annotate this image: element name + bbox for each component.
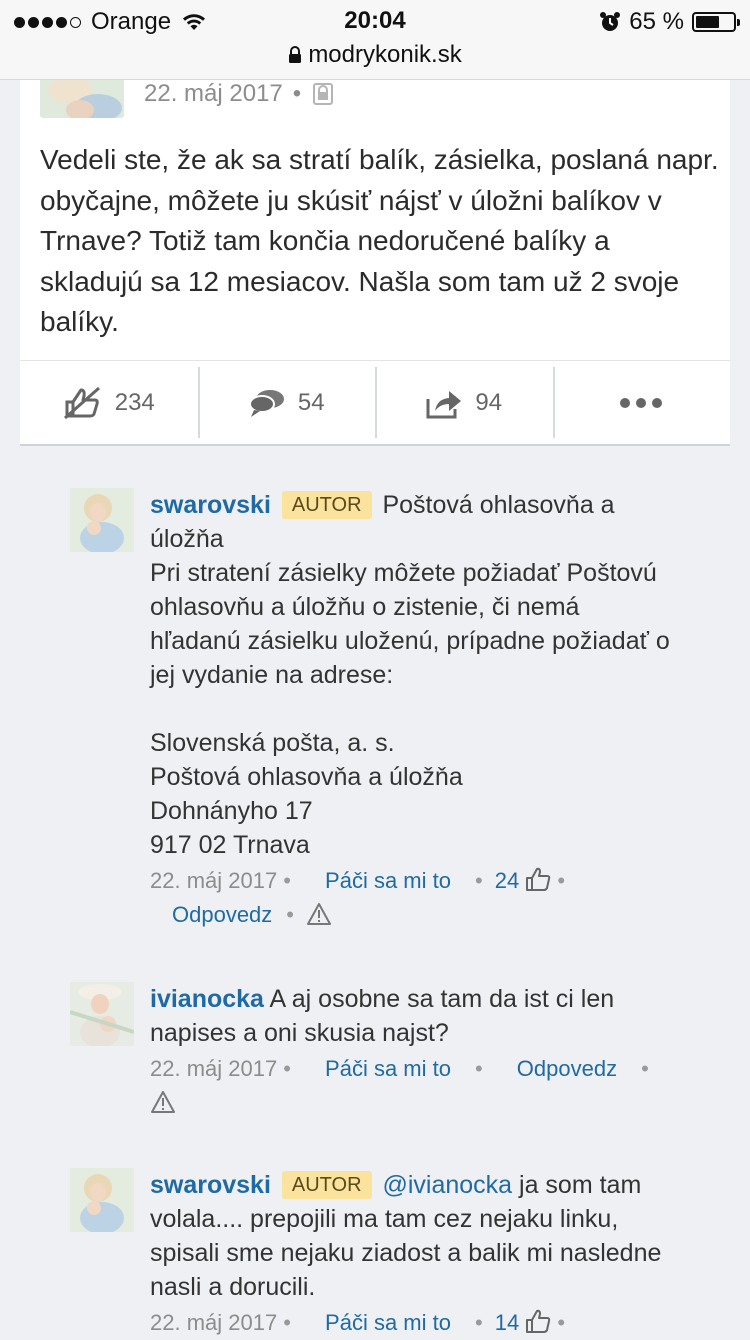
- report-warning-icon[interactable]: [150, 1090, 176, 1114]
- comment-text: Poštová ohlasovňa a úložňa Pri stratení …: [150, 491, 670, 859]
- alarm-icon: [600, 12, 621, 31]
- comment-body: swarovski AUTOR Poštová ohlasovňa a úlož…: [150, 488, 670, 932]
- comment-date: 22. máj 2017: [150, 1310, 278, 1335]
- comment-date: 22. máj 2017: [150, 1056, 278, 1081]
- like-link[interactable]: Páči sa mi to: [325, 1056, 451, 1081]
- reply-link[interactable]: Odpovedz: [172, 902, 272, 927]
- comment-content: swarovski AUTOR Poštová ohlasovňa a úlož…: [150, 488, 670, 862]
- lock-icon: [313, 83, 334, 105]
- like-link[interactable]: Páči sa mi to: [325, 1310, 451, 1335]
- url-text: modrykonik.sk: [308, 41, 462, 68]
- status-bar: Orange 20:04 65 % modrykonik.sk: [0, 0, 750, 80]
- author-name[interactable]: swarovski: [150, 1171, 271, 1199]
- share-count: 94: [475, 388, 503, 416]
- thumbs-up-icon[interactable]: [525, 1308, 551, 1334]
- avatar[interactable]: [70, 1168, 134, 1232]
- post-actions: 234 54 94: [20, 360, 730, 446]
- comment-meta: 22. máj 2017 • Páči sa mi to • 14 •: [150, 1308, 566, 1335]
- address-bar[interactable]: modrykonik.sk: [0, 41, 750, 69]
- mention-link[interactable]: @ivianocka: [382, 1171, 512, 1199]
- like-count: 24: [494, 868, 520, 893]
- battery-icon: [692, 12, 740, 32]
- comment-body: swarovski AUTOR @ivianocka ja som tam vo…: [150, 1168, 670, 1340]
- post-date: 22. máj 2017: [144, 80, 283, 107]
- author-name[interactable]: ivianocka: [150, 985, 264, 1013]
- like-icon: [63, 386, 100, 419]
- comment-count: 54: [297, 388, 325, 416]
- author-badge: AUTOR: [281, 491, 372, 519]
- like-count: 14: [494, 1310, 520, 1335]
- thumbs-up-icon[interactable]: [525, 866, 551, 892]
- like-link[interactable]: Páči sa mi to: [325, 868, 451, 893]
- battery-percent: 65 %: [629, 8, 684, 35]
- post-text: Vedeli ste, že ak sa stratí balík, zásie…: [40, 144, 719, 337]
- lock-icon: [289, 46, 302, 63]
- comment-body: ivianocka A aj osobne sa tam da ist ci l…: [150, 982, 670, 1120]
- share-icon: [426, 390, 462, 418]
- share-action[interactable]: 94: [375, 361, 553, 444]
- system-status: 65 %: [599, 8, 740, 36]
- avatar[interactable]: [70, 488, 134, 552]
- comment-meta: 22. máj 2017 • Páči sa mi to • 24 • Odpove…: [150, 866, 566, 927]
- avatar[interactable]: [70, 982, 134, 1046]
- like-count: 234: [114, 388, 155, 416]
- comment-bubble-icon: [248, 389, 284, 417]
- author-name[interactable]: swarovski: [150, 491, 271, 519]
- meta-separator: •: [292, 80, 302, 107]
- post-meta: 22. máj 2017 •: [144, 80, 335, 108]
- post-card: 22. máj 2017 • Vedeli ste, že ak sa stra…: [20, 80, 730, 446]
- comment-action[interactable]: 54: [197, 361, 376, 444]
- post-author-avatar[interactable]: [40, 80, 124, 118]
- comment-content: ivianocka A aj osobne sa tam da ist ci l…: [150, 982, 670, 1050]
- comment-content: swarovski AUTOR @ivianocka ja som tam vo…: [150, 1168, 670, 1304]
- like-action[interactable]: 234: [20, 361, 198, 444]
- comment-date: 22. máj 2017: [150, 868, 278, 893]
- more-options-button[interactable]: [552, 361, 731, 444]
- more-dots-icon: [620, 397, 663, 408]
- reply-link[interactable]: Odpovedz: [517, 1056, 617, 1081]
- comment-meta: 22. máj 2017 • Páči sa mi to • Odpovedz •: [150, 1052, 670, 1120]
- report-warning-icon[interactable]: [306, 902, 332, 926]
- author-badge: AUTOR: [281, 1171, 372, 1199]
